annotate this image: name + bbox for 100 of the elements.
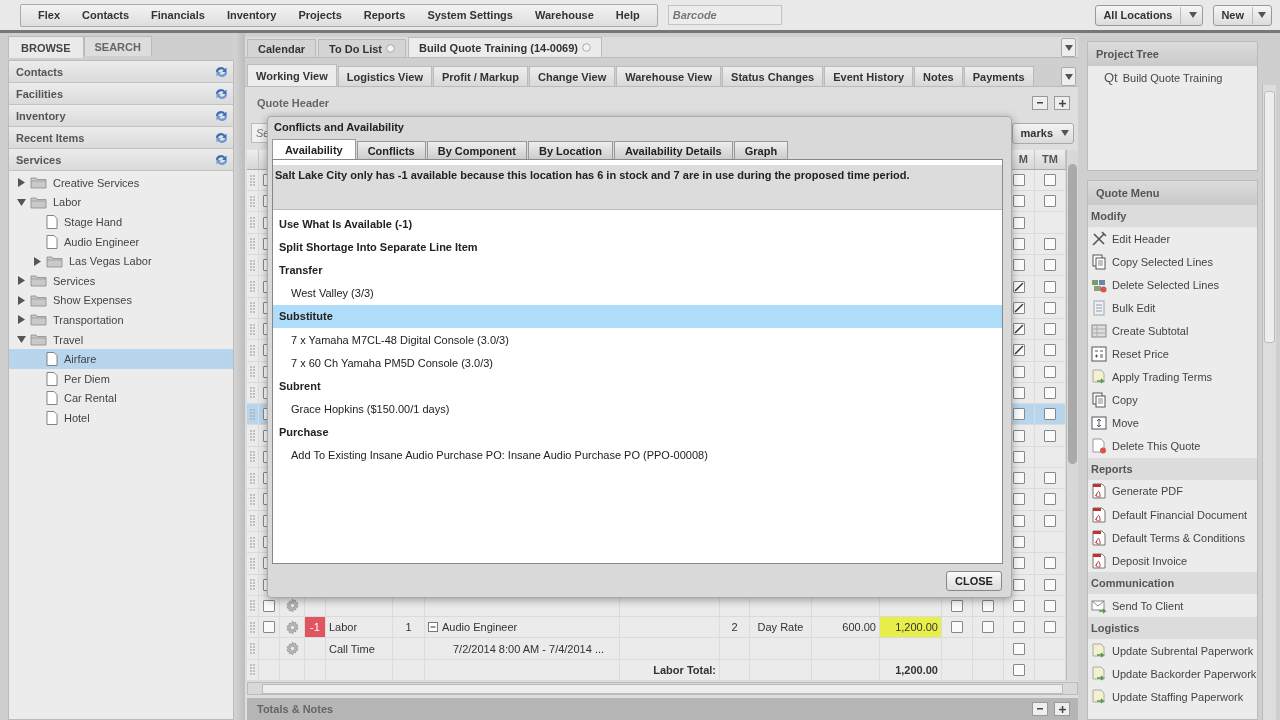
scrollbar[interactable] [1066,150,1078,681]
menu-item[interactable]: Flex [27,4,71,26]
document-tab[interactable]: To Do List [318,39,407,57]
checkbox[interactable] [1044,259,1056,272]
menu-item[interactable]: Default Terms & Conditions [1112,531,1246,544]
option-item[interactable]: 7 x 60 Ch Yamaha PM5D Console (3.0/3) [273,351,1002,375]
scrollbar[interactable] [1262,85,1276,720]
checkbox[interactable] [1044,301,1056,314]
drag-handle-icon[interactable] [250,600,255,612]
expander-icon[interactable] [16,315,26,325]
checkbox[interactable] [1013,536,1025,549]
menu-item[interactable]: Projects [287,4,353,26]
tab-menu-button[interactable] [1061,38,1076,57]
move-icon[interactable] [1091,415,1107,432]
option-item[interactable]: Grace Hopkins ($150.00/1 days) [273,397,1002,421]
menu-item[interactable]: Reports [352,4,417,26]
refresh-icon[interactable] [214,86,229,101]
menu-item[interactable]: System Settings [416,4,524,26]
checkbox[interactable] [951,599,963,612]
checkbox[interactable] [1013,301,1025,314]
checkbox[interactable] [951,621,963,634]
drag-handle-icon[interactable] [250,174,255,186]
tree-item[interactable]: Creative Services [9,173,233,193]
checkbox[interactable] [1013,599,1025,612]
drag-handle-icon[interactable] [250,430,255,442]
checkbox[interactable] [1044,387,1056,399]
option-item[interactable]: Use What Is Available (-1) [273,212,1002,236]
refresh-icon[interactable] [214,152,229,167]
menu-item[interactable]: Inventory [215,4,288,26]
drag-handle-icon[interactable] [250,451,255,463]
option-item[interactable]: Substitute [273,304,1002,328]
gear-icon[interactable] [284,598,300,614]
tree-item[interactable]: Services [9,270,233,291]
refresh-icon[interactable] [214,130,229,145]
bookmarks-dropdown[interactable]: marks [1011,122,1074,144]
close-button[interactable]: CLOSE [946,570,1002,591]
tree-item[interactable]: Transportation [9,310,233,330]
accordion-label[interactable]: Services [16,153,62,166]
view-tab[interactable]: Logistics View [337,66,432,86]
tree-item[interactable]: Las Vegas Labor [9,251,233,271]
checkbox[interactable] [1013,472,1025,485]
menu-item[interactable]: Bulk Edit [1112,301,1156,314]
dialog-tab[interactable]: Conflicts [356,141,426,159]
option-item[interactable]: Transfer [273,258,1002,282]
option-item[interactable]: Add To Existing Insane Audio Purchase PO: Insane Audio Purchase PO (PPO-00008) [273,443,1002,468]
accordion-label[interactable]: Recent Items [16,131,85,144]
checkbox[interactable] [1013,450,1025,463]
dialog-tab[interactable]: By Location [527,141,613,159]
document-arrow-icon[interactable] [1091,369,1107,386]
checkbox[interactable] [263,599,275,612]
checkbox[interactable] [1044,472,1056,485]
copy-icon[interactable] [1091,392,1107,409]
checkbox[interactable] [263,621,275,634]
drag-handle-icon[interactable] [250,238,255,250]
expander-icon[interactable] [16,295,26,305]
menu-item[interactable]: Delete Selected Lines [1112,278,1219,291]
drag-handle-icon[interactable] [250,323,255,335]
tree-item[interactable]: Car Rental [9,388,233,409]
drag-handle-icon[interactable] [250,344,255,356]
checkbox[interactable] [982,599,994,612]
checkbox[interactable] [1044,344,1056,357]
menu-item[interactable]: Move [1112,417,1139,430]
checkbox[interactable] [1013,237,1025,250]
drag-handle-icon[interactable] [250,579,255,591]
checkbox[interactable] [1013,429,1025,442]
expander-icon[interactable] [32,256,42,266]
menu-item[interactable]: Default Financial Document [1112,508,1248,521]
drag-handle-icon[interactable] [250,387,255,399]
checkbox[interactable] [1013,493,1025,506]
checkbox[interactable] [1044,429,1056,442]
checkbox[interactable] [1044,237,1056,250]
scrollbar[interactable] [247,682,1078,695]
gear-icon[interactable] [284,641,300,657]
drag-handle-icon[interactable] [250,515,255,527]
collapse-button[interactable] [1032,96,1048,110]
drag-handle-icon[interactable] [250,557,255,569]
view-tab[interactable]: Profit / Markup [432,66,528,86]
menu-item[interactable]: Update Subrental Paperwork [1112,644,1254,657]
tree-item[interactable]: Audio Engineer [9,231,233,252]
view-tab[interactable]: Notes [914,66,963,86]
drag-handle-icon[interactable] [250,217,255,229]
drag-handle-icon[interactable] [250,664,255,676]
menu-item[interactable]: Edit Header [1112,232,1171,245]
send-icon[interactable] [1091,597,1107,614]
checkbox[interactable] [1044,599,1056,612]
menu-item[interactable]: Copy [1112,394,1138,407]
menu-item[interactable]: Deposit Invoice [1112,554,1188,567]
checkbox[interactable] [1044,621,1056,634]
splitter-handle[interactable] [234,33,245,720]
close-icon[interactable] [581,43,591,52]
drag-handle-icon[interactable] [250,195,255,207]
drag-handle-icon[interactable] [250,259,255,271]
tree-item[interactable]: Per Diem [9,368,233,389]
checkbox[interactable] [1044,365,1056,378]
menu-item[interactable]: Update Staffing Paperwork [1112,691,1244,704]
view-tab[interactable]: Status Changes [722,66,824,86]
checkbox[interactable] [1044,493,1056,506]
pdf-icon[interactable] [1091,529,1107,546]
checkbox[interactable] [1013,642,1025,655]
accordion-label[interactable]: Contacts [16,65,64,78]
